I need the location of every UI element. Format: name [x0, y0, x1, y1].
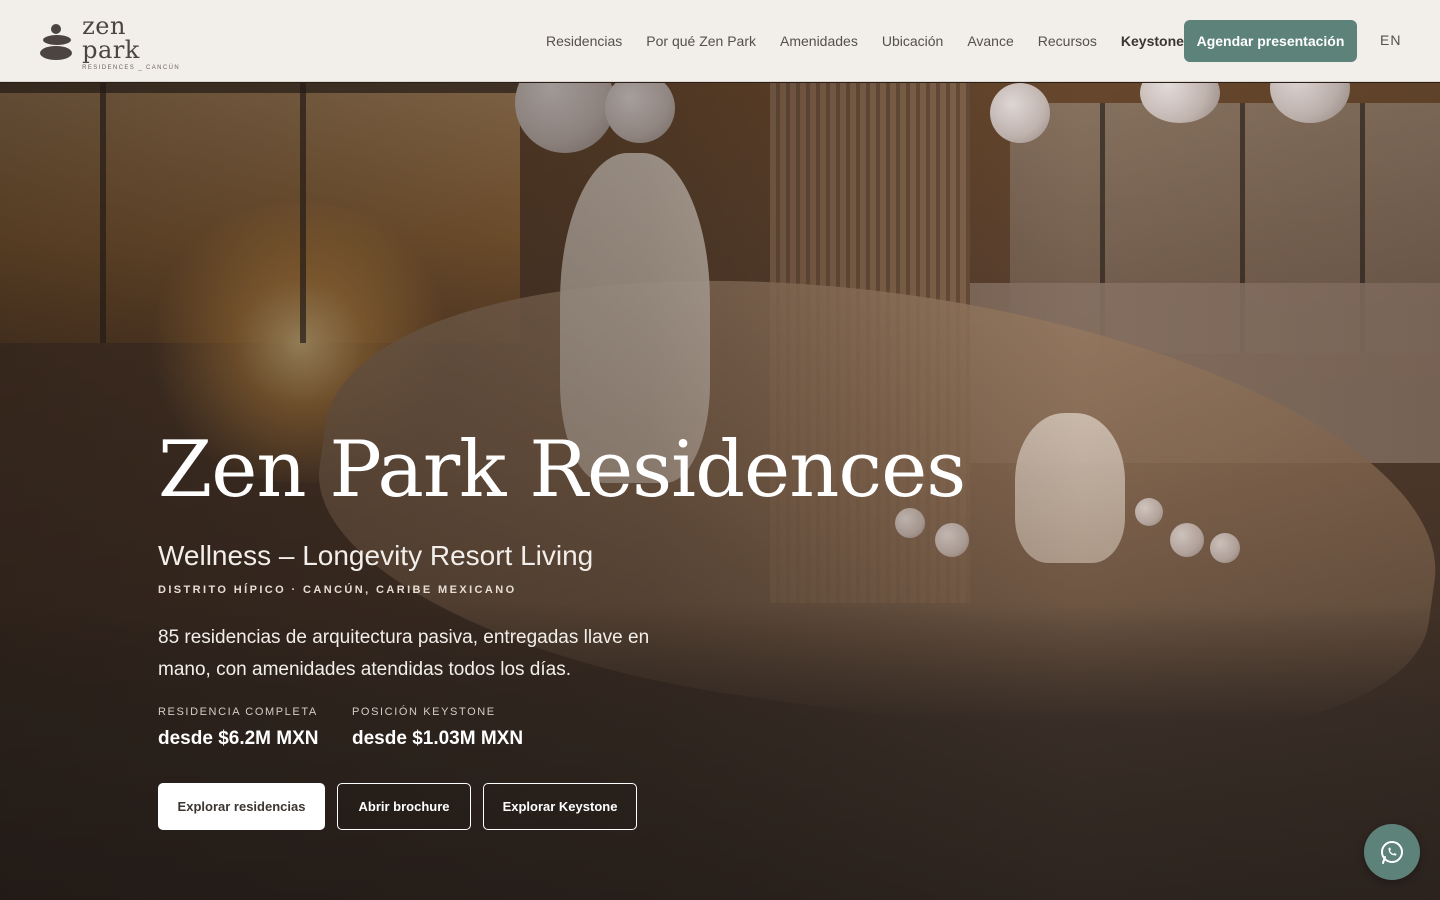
nav-keystone[interactable]: Keystone	[1121, 33, 1184, 49]
logo-text: zen park RESIDENCES _ CANCÚN	[82, 14, 189, 71]
logo[interactable]: zen park RESIDENCES _ CANCÚN	[39, 14, 189, 71]
hero-location: DISTRITO HÍPICO · CANCÚN, CARIBE MEXICAN…	[158, 584, 517, 596]
price-label: POSICIÓN KEYSTONE	[352, 706, 496, 718]
logo-name: zen park	[82, 11, 140, 64]
explore-residences-button[interactable]: Explorar residencias	[158, 783, 325, 830]
site-header: zen park RESIDENCES _ CANCÚN Residencias…	[0, 0, 1440, 82]
schedule-presentation-button[interactable]: Agendar presentación	[1184, 20, 1357, 62]
nav-avance[interactable]: Avance	[967, 33, 1013, 49]
nav-por-que-zen-park[interactable]: Por qué Zen Park	[646, 33, 756, 49]
nav-amenidades[interactable]: Amenidades	[780, 33, 858, 49]
stones-logo-icon	[39, 22, 72, 62]
price-full-residence: RESIDENCIA COMPLETA desde $6.2M MXN	[158, 706, 319, 750]
price-value: desde $1.03M MXN	[352, 728, 524, 749]
hero-title: Zen Park Residences	[158, 425, 966, 515]
hero-subtitle: Wellness – Longevity Resort Living	[158, 540, 594, 571]
price-label: RESIDENCIA COMPLETA	[158, 706, 318, 718]
language-toggle[interactable]: EN	[1380, 32, 1401, 48]
price-value: desde $6.2M MXN	[158, 728, 319, 749]
explore-keystone-button[interactable]: Explorar Keystone	[483, 783, 637, 830]
whatsapp-icon	[1381, 841, 1403, 864]
logo-subtitle: RESIDENCES _ CANCÚN	[82, 64, 181, 71]
hero-description: 85 residencias de arquitectura pasiva, e…	[158, 627, 650, 680]
main-nav: Residencias Por qué Zen Park Amenidades …	[546, 0, 1208, 82]
nav-ubicacion[interactable]: Ubicación	[882, 33, 943, 49]
nav-residencias[interactable]: Residencias	[546, 33, 622, 49]
whatsapp-button[interactable]	[1364, 824, 1420, 880]
nav-recursos[interactable]: Recursos	[1038, 33, 1097, 49]
open-brochure-button[interactable]: Abrir brochure	[337, 783, 471, 830]
price-keystone: POSICIÓN KEYSTONE desde $1.03M MXN	[352, 706, 523, 750]
